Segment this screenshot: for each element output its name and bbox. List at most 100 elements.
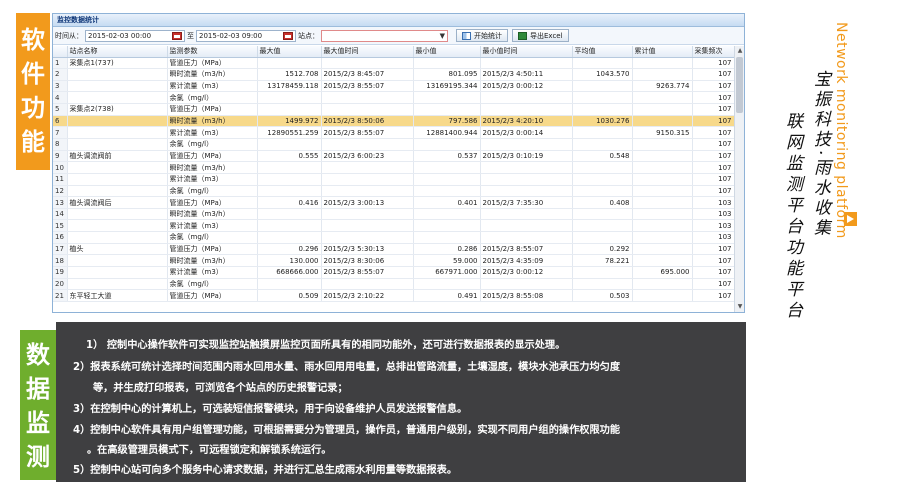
table-row[interactable]: 18 瞬时流量（m3/h） 130.000 2015/2/3 8:30:06 59.00…	[53, 254, 734, 268]
table-cell: 瞬时流量（m3/h）	[167, 115, 258, 128]
table-row[interactable]: 2 瞬时流量（m3/h） 1512.708 2015/2/3 8:45:07 801.0…	[53, 68, 734, 81]
table-row[interactable]: 5 采集点2(738) 管道压力（MPa） 107	[53, 103, 734, 116]
table-row[interactable]: 4 余氯（mg/l） 107	[53, 91, 734, 105]
table-cell: 0.555	[257, 150, 322, 163]
table-cell: 0.416	[257, 196, 322, 209]
table-cell: 21	[53, 289, 68, 302]
table-row[interactable]: 13 植头调流阀后 管道压力（MPa） 0.416 2015/2/3 3:00:13 0.…	[53, 196, 734, 209]
calendar-icon[interactable]	[283, 31, 293, 40]
chevron-down-icon[interactable]: ▼	[440, 32, 445, 40]
table-row[interactable]: 10 瞬时流量（m3/h） 107	[53, 161, 734, 174]
table-cell: 2015/2/3 4:35:09	[480, 254, 573, 268]
time-to-input[interactable]: 2015-02-03 09:00	[196, 29, 296, 42]
table-cell	[413, 57, 481, 70]
column-header[interactable]	[53, 46, 68, 58]
export-excel-button[interactable]: 导出Excel	[512, 29, 569, 42]
station-select[interactable]: ▼	[321, 29, 448, 42]
scroll-thumb[interactable]	[736, 57, 743, 113]
table-cell	[321, 278, 414, 291]
side-label-char: 软	[21, 25, 45, 54]
table-cell	[413, 138, 481, 151]
table-row[interactable]: 19 累计流量（m3） 668666.000 2015/2/3 8:55:07 6679…	[53, 266, 734, 279]
table-cell	[480, 138, 573, 151]
toolbar: 时间从： 2015-02-03 00:00 至 2015-02-03 09:00…	[53, 27, 744, 45]
table-row[interactable]: 9 植头调流阀前 管道压力（MPa） 0.555 2015/2/3 6:00:23 0.5…	[53, 150, 734, 163]
table-cell: 8	[53, 138, 68, 151]
table-cell	[572, 173, 633, 186]
table-row[interactable]: 11 累计流量（m3） 107	[53, 173, 734, 186]
table-cell: 9150.315	[632, 126, 693, 139]
column-header[interactable]: 采集频次	[692, 46, 734, 58]
table-cell	[67, 91, 168, 105]
table-row[interactable]: 15 累计流量（m3） 103	[53, 219, 734, 233]
table-cell	[321, 57, 414, 70]
table-cell: 2015/2/3 8:55:07	[480, 243, 573, 256]
column-header[interactable]: 监测参数	[167, 46, 258, 58]
column-header[interactable]: 最大值时间	[321, 46, 414, 58]
column-header[interactable]: 站点名称	[67, 46, 168, 58]
table-cell	[572, 138, 633, 151]
table-row[interactable]: 12 余氯（mg/l） 107	[53, 185, 734, 198]
table-cell: 107	[692, 68, 734, 81]
table-cell	[480, 278, 573, 291]
table-cell: 2015/2/3 8:30:06	[321, 254, 414, 268]
table-cell	[632, 173, 693, 186]
table-cell: 12	[53, 185, 68, 198]
stats-table: 站点名称 监测参数 最大值 最大值时间 最小值 最小值时间 平均值 累计值 采集频次 1 采集点1…	[53, 46, 734, 302]
table-cell: 2015/2/3 4:20:10	[480, 115, 573, 128]
table-cell	[67, 278, 168, 291]
table-cell	[321, 161, 414, 174]
table-row[interactable]: 17 植头 管道压力（MPa） 0.296 2015/2/3 5:30:13 0.286 2…	[53, 243, 734, 256]
table-cell	[632, 57, 693, 70]
table-cell: 18	[53, 254, 68, 268]
scroll-down-icon[interactable]: ▼	[735, 302, 744, 312]
description-line: 2）报表系统可统计选择时间范围内雨水回用水量、雨水回用用电量，总排出管路流量，土…	[73, 362, 621, 373]
table-cell: 采集点1(737)	[67, 57, 168, 70]
column-header[interactable]: 平均值	[572, 46, 633, 58]
table-row[interactable]: 14 瞬时流量（m3/h） 103	[53, 208, 734, 221]
statistics-icon	[462, 31, 471, 40]
table-cell: 107	[692, 126, 734, 139]
table-row[interactable]: 6 瞬时流量（m3/h） 1499.972 2015/2/3 8:50:06 797.5…	[53, 115, 734, 128]
table-cell: 2015/2/3 8:55:07	[321, 80, 414, 93]
table-cell: 管道压力（MPa）	[167, 243, 258, 256]
scroll-up-icon[interactable]: ▲	[735, 46, 744, 56]
start-stats-button[interactable]: 开始统计	[456, 29, 508, 42]
table-cell	[480, 103, 573, 116]
table-cell: 7	[53, 126, 68, 139]
calendar-icon[interactable]	[172, 31, 182, 40]
table-cell: 0.537	[413, 150, 481, 163]
table-cell	[67, 208, 168, 221]
vertical-scrollbar[interactable]: ▲ ▼	[734, 46, 744, 312]
table-cell	[480, 231, 573, 244]
play-arrow-icon	[844, 212, 857, 226]
table-cell	[632, 231, 693, 244]
table-row[interactable]: 20 余氯（mg/l） 107	[53, 278, 734, 291]
time-from-input[interactable]: 2015-02-03 00:00	[85, 29, 185, 42]
table-cell: 采集点2(738)	[67, 103, 168, 116]
table-row[interactable]: 16 余氯（mg/l） 103	[53, 231, 734, 244]
time-to-label: 至	[187, 31, 194, 40]
table-row[interactable]: 3 累计流量（m3） 13178459.118 2015/2/3 8:55:07 131…	[53, 80, 734, 93]
table-cell	[572, 231, 633, 244]
column-header[interactable]: 累计值	[632, 46, 693, 58]
table-row[interactable]: 7 累计流量（m3） 12890551.259 2015/2/3 8:55:07 128…	[53, 126, 734, 139]
column-header[interactable]: 最小值时间	[480, 46, 573, 58]
column-header[interactable]: 最小值	[413, 46, 481, 58]
table-cell	[632, 289, 693, 302]
table-cell	[67, 185, 168, 198]
table-cell	[321, 138, 414, 151]
table-cell: 2015/2/3 8:55:07	[321, 266, 414, 279]
table-cell: 12890551.259	[257, 126, 322, 139]
table-cell: 107	[692, 266, 734, 279]
table-cell: 管道压力（MPa）	[167, 196, 258, 209]
column-header[interactable]: 最大值	[257, 46, 322, 58]
side-label-char: 件	[21, 59, 45, 88]
table-row[interactable]: 8 余氯（mg/l） 107	[53, 138, 734, 151]
table-cell: 1	[53, 57, 68, 70]
table-cell: 管道压力（MPa）	[167, 150, 258, 163]
table-cell	[413, 173, 481, 186]
table-cell	[67, 115, 168, 128]
table-row[interactable]: 21 东平轻工大道 管道压力（MPa） 0.509 2015/2/3 2:10:22 0.…	[53, 289, 734, 302]
table-row[interactable]: 1 采集点1(737) 管道压力（MPa） 107	[53, 57, 734, 70]
